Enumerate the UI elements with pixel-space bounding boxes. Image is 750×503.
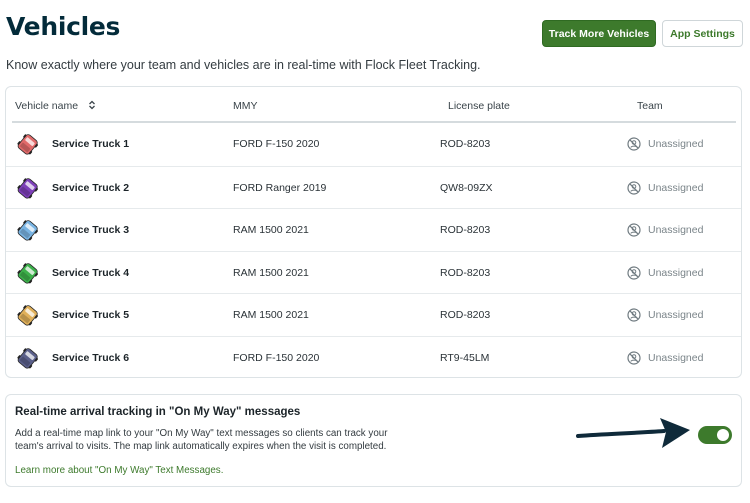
truck-icon [17, 177, 38, 199]
column-header-mmy: MMY [233, 100, 258, 112]
sort-icon[interactable] [87, 100, 97, 110]
unassigned-icon [627, 265, 641, 280]
license-plate-cell: QW8-09ZX [440, 181, 493, 194]
table-row[interactable]: Service Truck 1 FORD F-150 2020 ROD-8203 Un… [6, 123, 741, 165]
mmy-cell: RAM 1500 2021 [233, 266, 309, 279]
vehicle-name[interactable]: Service Truck 6 [52, 352, 129, 364]
team-cell[interactable]: Unassigned [627, 252, 703, 294]
mmy-cell: RAM 1500 2021 [233, 224, 309, 236]
vehicle-name-cell: Service Truck 5 [15, 294, 129, 336]
vehicle-name[interactable]: Service Truck 5 [52, 309, 129, 321]
unassigned-icon [627, 180, 641, 195]
truck-icon [17, 347, 38, 369]
license-plate-cell: ROD-8203 [440, 224, 491, 236]
vehicle-name-cell: Service Truck 3 [15, 209, 129, 251]
app-settings-button[interactable]: App Settings [662, 20, 743, 47]
team-cell[interactable]: Unassigned [627, 337, 703, 379]
mmy-cell: RAM 1500 2021 [233, 309, 309, 321]
team-label: Unassigned [648, 351, 704, 364]
team-label: Unassigned [648, 181, 704, 194]
page-subtitle: Know exactly where your team and vehicle… [6, 58, 481, 72]
mmy-cell: FORD Ranger 2019 [233, 181, 327, 194]
toggle-knob [717, 429, 729, 441]
column-header-license-plate: License plate [448, 100, 510, 112]
license-plate-cell: ROD-8203 [440, 266, 491, 279]
table-row[interactable]: Service Truck 6 FORD F-150 2020 RT9-45LM Un… [6, 335, 741, 379]
team-cell[interactable]: Unassigned [627, 294, 703, 336]
team-label: Unassigned [648, 138, 704, 150]
pointer-arrow-icon [576, 418, 690, 448]
table-header: Vehicle name MMY License plate Team [6, 87, 741, 123]
column-header-label: Vehicle name [15, 100, 79, 112]
team-label: Unassigned [648, 224, 704, 236]
truck-icon [17, 220, 38, 241]
vehicles-table: Vehicle name MMY License plate Team Serv… [5, 86, 742, 378]
vehicle-name[interactable]: Service Truck 1 [52, 138, 129, 150]
table-row[interactable]: Service Truck 4 RAM 1500 2021 ROD-8203 Unas… [6, 250, 741, 294]
table-row[interactable]: Service Truck 3 RAM 1500 2021 ROD-8203 Unas… [6, 208, 741, 250]
unassigned-icon [627, 137, 641, 151]
team-cell[interactable]: Unassigned [627, 167, 703, 209]
team-cell[interactable]: Unassigned [627, 123, 703, 165]
license-plate-cell: ROD-8203 [440, 138, 491, 150]
license-plate-cell: ROD-8203 [440, 309, 491, 321]
team-label: Unassigned [648, 266, 704, 279]
learn-more-link[interactable]: Learn more about "On My Way" Text Messag… [15, 465, 223, 476]
truck-icon [17, 134, 38, 155]
unassigned-icon [627, 350, 641, 365]
column-header-team: Team [637, 100, 663, 112]
tracking-title: Real-time arrival tracking in "On My Way… [15, 406, 301, 418]
vehicle-name[interactable]: Service Truck 3 [52, 224, 129, 236]
truck-icon [17, 305, 38, 326]
table-row[interactable]: Service Truck 5 RAM 1500 2021 ROD-8203 Unas… [6, 293, 741, 335]
license-plate-cell: RT9-45LM [440, 351, 490, 364]
page-title: Vehicles [6, 12, 121, 41]
track-more-vehicles-button[interactable]: Track More Vehicles [542, 20, 656, 47]
vehicle-name-cell: Service Truck 2 [15, 167, 129, 209]
vehicle-name-cell: Service Truck 4 [15, 252, 129, 294]
vehicle-name[interactable]: Service Truck 2 [52, 182, 129, 194]
unassigned-icon [627, 223, 641, 237]
table-row[interactable]: Service Truck 2 FORD Ranger 2019 QW8-09ZX U… [6, 165, 741, 209]
truck-icon [17, 262, 38, 284]
vehicle-name[interactable]: Service Truck 4 [52, 267, 129, 279]
vehicle-name-cell: Service Truck 6 [15, 337, 129, 379]
mmy-cell: FORD F-150 2020 [233, 138, 320, 150]
tracking-description: Add a real-time map link to your "On My … [15, 428, 388, 452]
unassigned-icon [627, 308, 641, 322]
mmy-cell: FORD F-150 2020 [233, 351, 320, 364]
column-header-vehicle-name[interactable]: Vehicle name [15, 100, 97, 112]
team-label: Unassigned [648, 309, 704, 321]
team-cell[interactable]: Unassigned [627, 209, 703, 251]
vehicle-name-cell: Service Truck 1 [15, 123, 129, 165]
tracking-toggle[interactable] [698, 426, 732, 444]
